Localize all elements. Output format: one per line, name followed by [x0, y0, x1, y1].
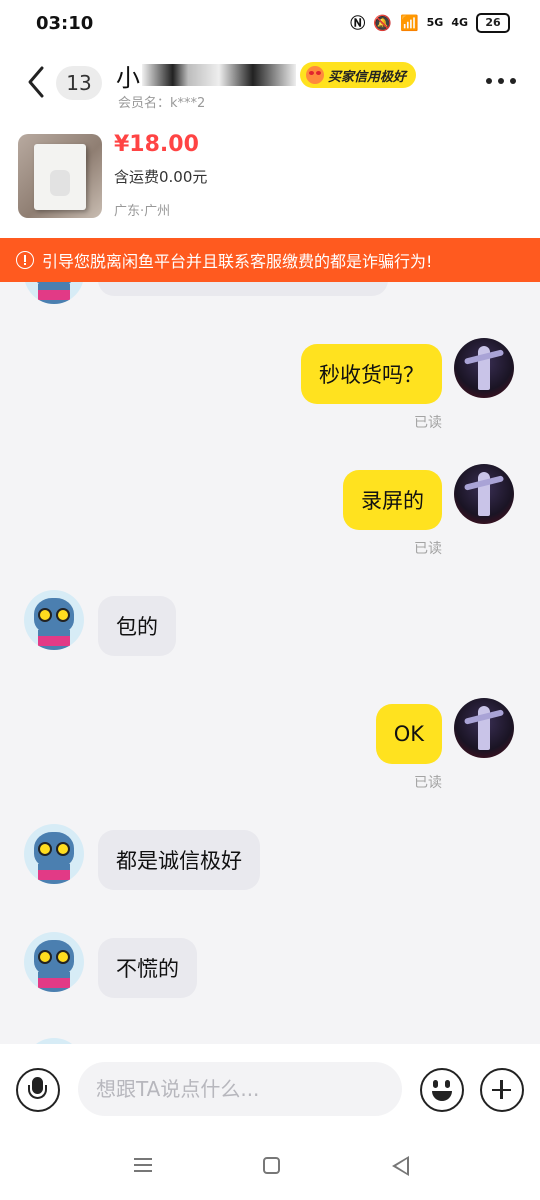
voice-input-icon[interactable]	[16, 1068, 60, 1112]
chat-list[interactable]: 秒收货吗？ 已读 录屏的 已读 包的 OK 已读 都是诚信极好 不慌的	[0, 282, 540, 1044]
message-input-bar	[0, 1044, 540, 1136]
credit-badge-label: 买家信用极好	[328, 69, 407, 85]
message-bubble-sent[interactable]: 秒收货吗？	[301, 344, 442, 404]
more-actions-plus-icon[interactable]	[480, 1068, 524, 1112]
back-arrow-icon[interactable]	[22, 62, 52, 102]
more-options-icon[interactable]	[486, 78, 516, 84]
chat-header: 13 小 买家信用极好 会员名：k***2	[0, 48, 540, 116]
product-price: ¥18.00	[114, 132, 199, 157]
status-bar: 03:10 Ⓝ 🔕 📶 5G 4G 26	[0, 0, 540, 48]
nfc-icon: Ⓝ	[350, 14, 366, 32]
other-avatar[interactable]	[24, 932, 84, 992]
warning-text: 引导您脱离闲鱼平台并且联系客服缴费的都是诈骗行为!	[42, 252, 433, 271]
contact-name-prefix: 小	[116, 64, 140, 92]
message-input[interactable]	[78, 1062, 402, 1116]
back-triangle-icon[interactable]	[392, 1156, 409, 1176]
member-name: 会员名：k***2	[118, 96, 206, 111]
recent-apps-icon[interactable]	[134, 1158, 152, 1172]
emoji-icon[interactable]	[420, 1068, 464, 1112]
other-avatar[interactable]	[24, 824, 84, 884]
status-time: 03:10	[36, 13, 94, 34]
buyer-credit-badge: 买家信用极好	[300, 62, 417, 88]
other-avatar[interactable]	[24, 590, 84, 650]
my-avatar[interactable]	[454, 698, 514, 758]
network-5g-icon: 5G	[426, 16, 444, 29]
heart-eyes-emoji-icon	[306, 66, 324, 84]
battery-icon: 26	[476, 12, 510, 33]
read-receipt: 已读	[414, 415, 442, 431]
other-avatar[interactable]	[24, 282, 84, 304]
alert-icon	[16, 251, 34, 269]
message-bubble-received[interactable]: 都是诚信极好	[98, 830, 260, 890]
my-avatar[interactable]	[454, 338, 514, 398]
status-icons: Ⓝ 🔕 📶 5G 4G 26	[350, 12, 510, 33]
network-4g-icon: 4G	[451, 16, 468, 29]
home-icon[interactable]	[263, 1157, 280, 1174]
product-shipping: 含运费0.00元	[114, 168, 208, 186]
contact-name-redacted	[142, 64, 296, 86]
wifi-icon: 📶	[399, 13, 419, 32]
message-bubble-partial	[98, 282, 388, 296]
message-bubble-sent[interactable]: OK	[375, 704, 442, 764]
message-bubble-sent[interactable]: 录屏的	[343, 470, 442, 530]
product-location: 广东·广州	[114, 204, 171, 219]
message-bubble-received[interactable]: 包的	[98, 596, 176, 656]
message-bubble-received[interactable]: 不慌的	[98, 938, 197, 998]
product-card[interactable]: ¥18.00 含运费0.00元 广东·广州	[0, 116, 540, 238]
contact-name[interactable]: 小	[116, 58, 140, 93]
read-receipt: 已读	[414, 541, 442, 557]
system-nav-bar	[0, 1136, 540, 1200]
my-avatar[interactable]	[454, 464, 514, 524]
read-receipt: 已读	[414, 775, 442, 791]
product-thumbnail[interactable]	[18, 134, 102, 218]
mute-icon: 🔕	[373, 13, 392, 32]
unread-count-badge[interactable]: 13	[56, 66, 102, 100]
fraud-warning-banner: 引导您脱离闲鱼平台并且联系客服缴费的都是诈骗行为!	[0, 238, 540, 282]
